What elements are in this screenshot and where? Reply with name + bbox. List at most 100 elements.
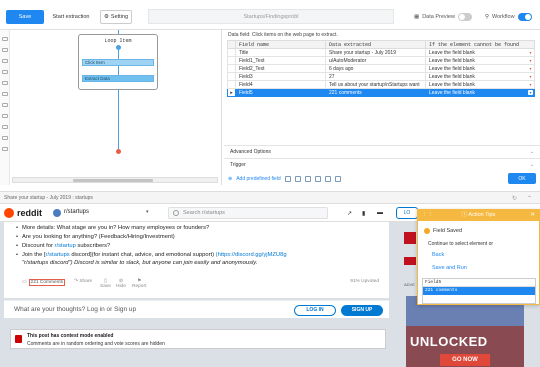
field-tool-icon[interactable] <box>284 175 291 182</box>
action-tips-header[interactable]: ⋮⋮ ⓘ Action Tips ✕ <box>418 210 539 221</box>
tool-icon[interactable] <box>1 103 8 107</box>
data-extracted-cell: 27 <box>325 72 426 81</box>
task-name-field[interactable]: Startups/Findingsprobl <box>148 9 394 24</box>
field-name-cell[interactable]: Field2_Text <box>235 64 326 73</box>
clear-icon[interactable] <box>324 175 331 182</box>
search-input[interactable]: Search r/startups <box>168 207 328 219</box>
tool-icon[interactable] <box>1 81 8 85</box>
discord-link[interactable]: (https://discord.gg/yjMZU8g <box>216 252 287 258</box>
workflow-step-click-item[interactable]: Click Item <box>82 59 154 66</box>
connector-line <box>118 50 119 59</box>
tool-icon[interactable] <box>1 92 8 96</box>
tool-icon[interactable] <box>1 48 8 52</box>
chevron-down-icon[interactable]: ▾ <box>146 209 149 215</box>
dropdown-arrow-icon[interactable]: ▾ <box>528 58 533 63</box>
data-field-row[interactable]: Field1_Text u/AutoModerator Leave the fiel… <box>227 56 535 65</box>
move-up-icon[interactable] <box>304 175 311 182</box>
close-icon[interactable]: ✕ <box>530 210 535 221</box>
not-found-action-cell[interactable]: Leave the field blank ▾ <box>425 64 535 73</box>
not-found-action-cell[interactable]: Leave the field blank ▾ <box>425 48 535 57</box>
delete-icon[interactable] <box>294 175 301 182</box>
save-button[interactable]: Save <box>6 10 44 24</box>
reddit-logo-icon[interactable] <box>4 208 14 218</box>
drag-handle-icon[interactable]: ⋮⋮ <box>422 210 433 221</box>
log-in-button[interactable]: LOG IN <box>294 305 336 316</box>
workflow-label: Workflow <box>492 14 515 20</box>
field-name-cell[interactable]: Title <box>235 48 326 57</box>
browser-address-bar[interactable]: Share your startup - July 2019 : startup… <box>0 191 540 204</box>
subreddit-link[interactable]: r/startups <box>46 252 70 258</box>
report-post-button[interactable]: ⚑ Report <box>132 279 146 289</box>
not-found-action-cell[interactable]: Leave the field blank ▾ <box>425 72 535 81</box>
move-down-icon[interactable] <box>314 175 321 182</box>
subreddit-link[interactable]: r/startup <box>55 243 76 249</box>
trending-icon[interactable]: ↗ <box>347 210 352 217</box>
stats-icon[interactable]: ▮ <box>362 210 365 217</box>
data-field-row[interactable]: Field4 Tell us about your startup\nStartu… <box>227 80 535 89</box>
tool-icon[interactable] <box>1 147 8 151</box>
row-gutter-header <box>227 40 236 49</box>
reload-icon[interactable]: ↻ <box>512 195 517 202</box>
field-name-cell[interactable]: Field3 <box>235 72 326 81</box>
subreddit-name[interactable]: r/startups <box>64 209 89 215</box>
data-field-row[interactable]: Field2_Text 6 days ago Leave the field bla… <box>227 64 535 73</box>
sign-up-button[interactable]: SIGN UP <box>341 305 383 316</box>
info-icon: ⓘ <box>461 212 468 218</box>
workflow-toggle[interactable]: ⚲ Workflow <box>485 11 532 23</box>
customize-icon[interactable] <box>334 175 341 182</box>
subreddit-icon <box>53 209 61 217</box>
post-bullet: Join the [r/startups discord](for instan… <box>16 251 389 267</box>
data-preview-switch[interactable] <box>457 13 472 21</box>
advertisement-image[interactable]: UNLOCKED GO NOW <box>406 296 524 367</box>
ok-button[interactable]: OK <box>508 173 536 184</box>
share-button[interactable]: ↷ Share <box>74 279 92 284</box>
add-predefined-field-link[interactable]: Add predefined field <box>236 176 280 182</box>
data-field-row[interactable]: Title Share your startup - July 2019 Leave… <box>227 48 535 57</box>
not-found-action-cell[interactable]: Leave the field blank ▾ <box>425 88 535 97</box>
not-found-action-cell[interactable]: Leave the field blank ▾ <box>425 80 535 89</box>
not-found-action-label: Leave the field blank <box>429 73 475 80</box>
workflow-step-extract-data[interactable]: Extract Data <box>82 75 154 82</box>
trigger-row[interactable]: Trigger ⌄ <box>224 158 540 171</box>
contest-mode-title: This post has contest mode enabled <box>27 333 114 339</box>
upvote-ratio: 91% Upvoted <box>350 279 379 284</box>
loop-item-box[interactable]: Loop Item Click Item Extract Data <box>78 34 158 90</box>
start-extraction-button[interactable]: Start extraction <box>50 10 92 24</box>
save-and-run-option[interactable]: Save and Run <box>432 265 467 271</box>
header-login-button[interactable]: LO <box>396 207 418 219</box>
add-circle-icon: ⊕ <box>228 175 233 182</box>
preview-value: 221 comments <box>423 287 535 295</box>
dropdown-arrow-icon[interactable]: ▾ <box>528 66 533 71</box>
advanced-options-row[interactable]: Advanced Options ⌄ <box>224 145 540 158</box>
data-field-row[interactable]: ▸ Field5 221 comments Leave the field blank… <box>227 88 535 97</box>
row-gutter <box>227 72 236 81</box>
data-preview-toggle[interactable]: ▦ Data Preview <box>414 11 472 23</box>
scrollbar-thumb[interactable] <box>73 179 153 182</box>
reddit-wordmark[interactable]: reddit <box>17 208 42 218</box>
data-field-row[interactable]: Field3 27 Leave the field blank ▾ <box>227 72 535 81</box>
tool-icon[interactable] <box>1 70 8 74</box>
dropdown-arrow-icon[interactable]: ▾ <box>528 90 533 95</box>
back-option[interactable]: Back <box>432 252 444 258</box>
save-post-button[interactable]: ▯ Save <box>100 279 111 289</box>
workflow-horizontal-scrollbar[interactable] <box>12 177 218 183</box>
tool-icon[interactable] <box>1 125 8 129</box>
field-name-cell[interactable]: Field4 <box>235 80 326 89</box>
chat-icon[interactable]: ▬ <box>377 210 383 216</box>
tool-icon[interactable] <box>1 136 8 140</box>
tool-icon[interactable] <box>1 37 8 41</box>
collapse-icon[interactable]: ⌃ <box>527 195 532 202</box>
field-name-cell[interactable]: Field1_Text <box>235 56 326 65</box>
field-name-cell[interactable]: Field5 <box>235 88 326 97</box>
ad-cta-button[interactable]: GO NOW <box>440 354 490 366</box>
dropdown-arrow-icon[interactable]: ▾ <box>528 74 533 79</box>
dropdown-arrow-icon[interactable]: ▾ <box>528 50 533 55</box>
setting-button[interactable]: ⚙ Setting <box>100 10 132 24</box>
hide-post-button[interactable]: ⊘ Hide <box>116 279 126 289</box>
not-found-action-cell[interactable]: Leave the field blank ▾ <box>425 56 535 65</box>
workflow-switch[interactable] <box>517 13 532 21</box>
tool-icon[interactable] <box>1 114 8 118</box>
tool-icon[interactable] <box>1 59 8 63</box>
dropdown-arrow-icon[interactable]: ▾ <box>528 82 533 87</box>
comments-button[interactable]: ▭ 221 Comments <box>22 279 66 286</box>
